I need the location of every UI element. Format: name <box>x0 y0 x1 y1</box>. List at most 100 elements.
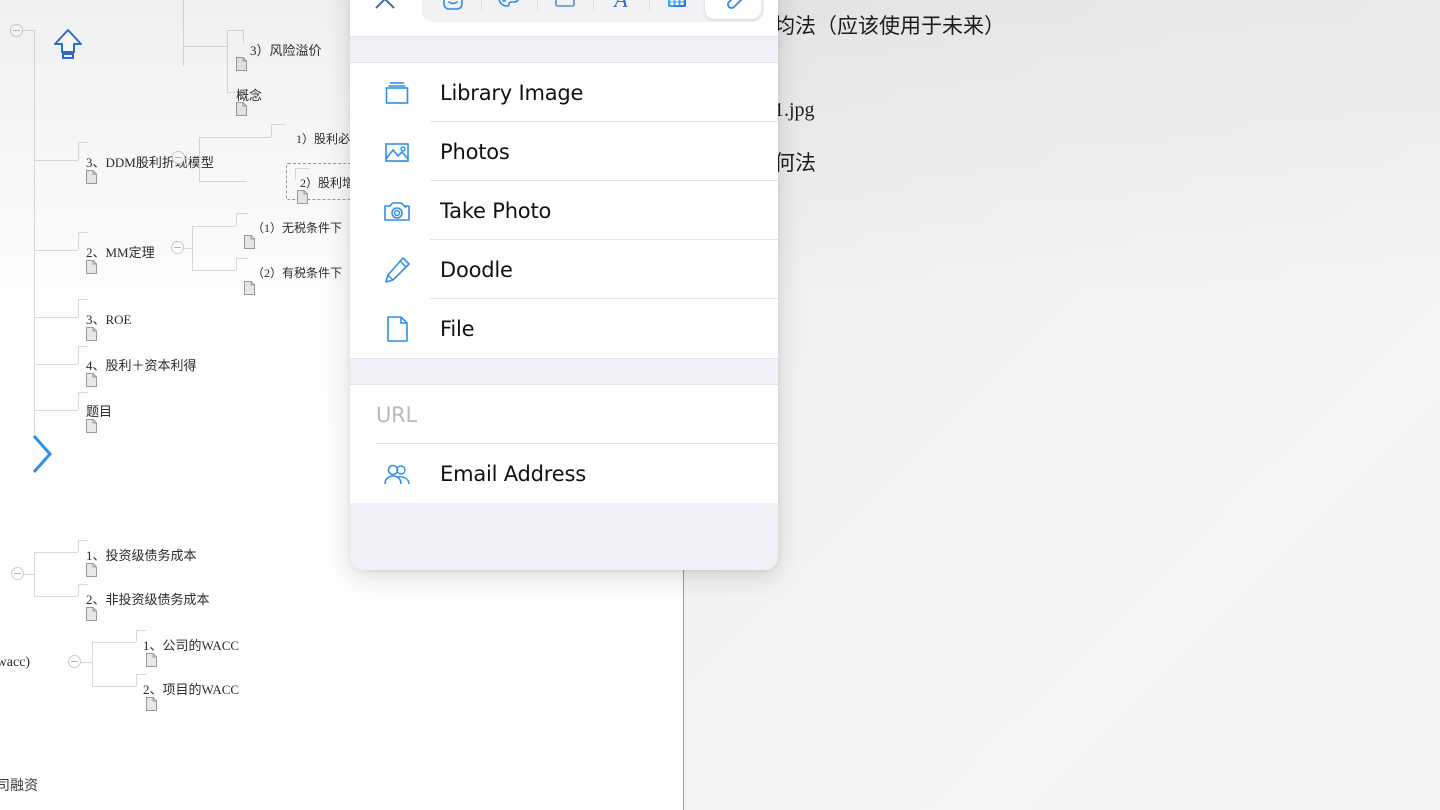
mindmap-branch-line <box>78 299 88 300</box>
mindmap-node-label: 1、公司的WACC <box>143 638 240 653</box>
sticker-icon[interactable] <box>425 0 481 19</box>
mindmap-node-label: 2、非投资级债务成本 <box>86 592 210 607</box>
mindmap-branch-line <box>243 30 244 44</box>
document-note-icon[interactable] <box>86 373 97 387</box>
mindmap-branch-line <box>34 364 78 365</box>
mindmap-branch-line <box>192 226 193 270</box>
mindmap-branch-line <box>78 142 88 143</box>
mindmap-branch-line <box>271 124 272 137</box>
mindmap-branch-line <box>34 30 35 435</box>
mindmap-node-label: 司融资 <box>0 778 38 794</box>
mindmap-branch-line <box>136 630 146 631</box>
mindmap-node-label: 2、MM定理 <box>86 245 155 260</box>
list-item-label: File <box>440 316 475 341</box>
document-note-icon[interactable] <box>86 419 97 433</box>
list-item-label: Library Image <box>440 80 584 105</box>
mindmap-branch-line <box>227 30 243 31</box>
mindmap-branch-line <box>199 181 247 182</box>
mindmap-branch-line <box>34 596 78 597</box>
url-input[interactable] <box>376 402 738 427</box>
attachment-popover[interactable]: A <box>350 0 778 570</box>
mindmap-branch-line <box>236 213 237 226</box>
mindmap-branch-line <box>227 30 228 92</box>
document-note-icon[interactable] <box>236 102 247 116</box>
document-note-icon[interactable] <box>86 327 97 341</box>
close-icon[interactable] <box>364 0 406 20</box>
collapse-toggle-icon[interactable] <box>68 655 81 668</box>
document-note-icon[interactable] <box>86 563 97 577</box>
attachment-source-list[interactable]: Library Image Photos Take Photo Doodle F… <box>350 63 778 358</box>
file-icon <box>376 308 418 350</box>
mindmap-branch-line <box>192 270 236 271</box>
mindmap-branch-line <box>183 46 227 47</box>
mindmap-branch-line <box>92 686 136 687</box>
shape-icon[interactable] <box>537 0 593 19</box>
mindmap-branch-line <box>136 674 146 675</box>
mindmap-branch-line <box>236 213 248 214</box>
background-text: 均法（应该使用于未来） <box>774 14 1005 38</box>
document-note-icon[interactable] <box>86 170 97 184</box>
document-note-icon[interactable] <box>146 653 157 667</box>
chevron-right-icon[interactable] <box>30 432 56 481</box>
mindmap-branch-line <box>295 168 296 180</box>
mindmap-branch-line <box>199 137 200 181</box>
upload-arrow-icon[interactable] <box>52 26 84 65</box>
collapse-toggle-icon[interactable] <box>172 151 185 164</box>
mindmap-node-label: 1）股利必 <box>296 132 351 146</box>
mindmap-branch-line <box>78 392 79 410</box>
collapse-toggle-icon[interactable] <box>10 24 23 37</box>
document-note-icon[interactable] <box>86 607 97 621</box>
list-item-label: Take Photo <box>440 198 552 223</box>
mindmap-branch-line <box>271 124 285 125</box>
document-note-icon[interactable] <box>244 235 255 249</box>
document-note-icon[interactable] <box>86 260 97 274</box>
collapse-toggle-icon[interactable] <box>171 241 184 254</box>
popover-toolbar[interactable]: A <box>350 0 778 36</box>
mindmap-branch-line <box>295 168 309 169</box>
mindmap-branch-line <box>24 574 34 575</box>
mindmap-branch-line <box>199 137 271 138</box>
mindmap-branch-line <box>34 410 78 411</box>
mindmap-node-label: （2）有税条件下 <box>252 266 343 280</box>
doodle-pencil-icon <box>376 249 418 291</box>
list-item-take-photo[interactable]: Take Photo <box>350 181 778 240</box>
palette-icon[interactable] <box>481 0 537 19</box>
list-item-library-image[interactable]: Library Image <box>350 63 778 122</box>
mindmap-branch-line <box>34 552 35 596</box>
mindmap-node-label: (wacc) <box>0 655 31 670</box>
document-note-icon[interactable] <box>244 281 255 295</box>
mindmap-branch-line <box>184 248 192 249</box>
collapse-toggle-icon[interactable] <box>11 567 24 580</box>
mindmap-node-label: 3、ROE <box>86 312 132 327</box>
mindmap-branch-line <box>136 674 137 686</box>
mindmap-node-label: 1、投资级债务成本 <box>86 548 197 563</box>
url-input-row[interactable] <box>350 385 778 444</box>
mindmap-branch-line <box>78 392 88 393</box>
list-item-label: Doodle <box>440 257 513 282</box>
mindmap-branch-line <box>78 540 79 552</box>
mindmap-node-label: （1）无税条件下 <box>252 221 343 235</box>
camera-icon <box>376 190 418 232</box>
attachment-icon[interactable] <box>705 0 761 19</box>
document-note-icon[interactable] <box>297 190 308 204</box>
list-item-label: Email Address <box>440 461 586 486</box>
list-item-email-address[interactable]: Email Address <box>350 444 778 503</box>
table-icon[interactable] <box>649 0 705 19</box>
mindmap-branch-line <box>34 317 78 318</box>
background-text: 何法 <box>774 151 816 175</box>
mindmap-branch-line <box>92 642 136 643</box>
background-text: 1.jpg <box>774 99 815 121</box>
text-style-icon[interactable]: A <box>593 0 649 19</box>
document-note-icon[interactable] <box>146 697 157 711</box>
mindmap-branch-line <box>78 346 88 347</box>
toolbar-segmented-control[interactable]: A <box>422 0 764 22</box>
mindmap-branch-line <box>236 258 248 259</box>
mindmap-node-label: 3、DDM股利折现模型 <box>86 155 214 170</box>
list-item-file[interactable]: File <box>350 299 778 358</box>
document-note-icon[interactable] <box>236 57 247 71</box>
mindmap-branch-line <box>183 0 184 66</box>
mindmap-branch-line <box>78 232 79 250</box>
mindmap-branch-line <box>185 158 199 159</box>
list-item-doodle[interactable]: Doodle <box>350 240 778 299</box>
list-item-photos[interactable]: Photos <box>350 122 778 181</box>
